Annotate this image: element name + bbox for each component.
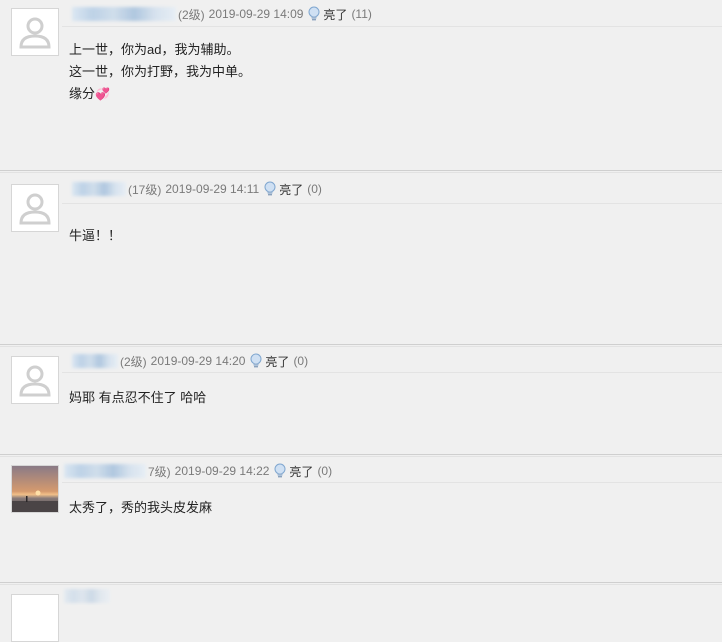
comment-time: 2019-09-29 14:20 xyxy=(150,354,246,368)
header-divider xyxy=(62,372,722,373)
comment-separator xyxy=(0,456,722,457)
comment-line: 牛逼！！ xyxy=(69,228,122,243)
like-button[interactable]: 亮了 xyxy=(323,6,347,23)
comment-meta xyxy=(64,588,112,604)
comment-time: 2019-09-29 14:11 xyxy=(165,182,260,196)
comment-separator xyxy=(0,170,722,171)
comment-separator xyxy=(0,582,722,583)
user-level: (2级) xyxy=(178,7,205,22)
comment-meta: (17级) 2019-09-29 14:11 亮了 (0) xyxy=(72,181,322,197)
lightbulb-icon[interactable] xyxy=(307,6,321,22)
user-level: (17级) xyxy=(128,182,162,197)
lightbulb-icon[interactable] xyxy=(263,181,277,197)
user-level: 7级) xyxy=(148,464,171,479)
comment-line: 太秀了，秀的我头皮发麻 xyxy=(69,500,213,515)
lightbulb-icon[interactable] xyxy=(273,463,287,479)
avatar[interactable] xyxy=(11,594,59,642)
comment-separator xyxy=(0,584,722,585)
lightbulb-icon[interactable] xyxy=(249,353,263,369)
username-blurred[interactable] xyxy=(64,589,110,603)
like-button[interactable]: 亮了 xyxy=(289,463,313,480)
header-divider xyxy=(62,203,722,204)
default-avatar-icon xyxy=(12,357,58,403)
comment-body: 上一世，你为ad，我为辅助。 这一世，你为打野，我为中单。 缘分💞 xyxy=(69,39,251,105)
comment-item: (2级) 2019-09-29 14:20 亮了 (0) 妈耶 有点忍不住了 哈… xyxy=(0,344,722,454)
header-divider xyxy=(62,26,722,27)
comment-meta: 7级) 2019-09-29 14:22 亮了 (0) xyxy=(64,463,332,479)
username-blurred[interactable] xyxy=(72,7,176,21)
comment-separator xyxy=(0,454,722,455)
comment-separator xyxy=(0,344,722,345)
comment-line: 缘分💞 xyxy=(69,83,251,105)
like-count: (0) xyxy=(293,354,309,368)
heart-emoji-icon: 💞 xyxy=(95,87,110,101)
comment-item xyxy=(0,582,722,642)
comment-line: 这一世，你为打野，我为中单。 xyxy=(69,64,252,79)
comment-time: 2019-09-29 14:22 xyxy=(174,464,270,478)
like-count: (0) xyxy=(317,464,333,478)
comment-meta: (2级) 2019-09-29 14:09 亮了 (11) xyxy=(72,6,372,22)
like-button[interactable]: 亮了 xyxy=(265,353,289,370)
comment-line: 上一世，你为ad，我为辅助。 xyxy=(69,42,240,57)
comment-meta: (2级) 2019-09-29 14:20 亮了 (0) xyxy=(72,353,308,369)
comment-item: 7级) 2019-09-29 14:22 亮了 (0) 太秀了，秀的我头皮发麻 xyxy=(0,454,722,582)
like-count: (0) xyxy=(307,182,322,196)
like-button[interactable]: 亮了 xyxy=(279,181,303,198)
like-count: (11) xyxy=(351,7,372,21)
comment-separator xyxy=(0,346,722,347)
comment-separator xyxy=(0,172,722,173)
default-avatar-icon xyxy=(12,185,58,231)
comment-item: (17级) 2019-09-29 14:11 亮了 (0) 牛逼！！ xyxy=(0,170,722,344)
user-level: (2级) xyxy=(120,354,147,369)
comment-item: (2级) 2019-09-29 14:09 亮了 (11) 上一世，你为ad，我… xyxy=(0,0,722,170)
comment-time: 2019-09-29 14:09 xyxy=(208,7,304,21)
comment-body: 妈耶 有点忍不住了 哈哈 xyxy=(69,387,206,409)
username-blurred[interactable] xyxy=(72,182,126,196)
avatar[interactable] xyxy=(11,465,59,513)
default-avatar-icon xyxy=(12,9,58,55)
avatar[interactable] xyxy=(11,356,59,404)
comment-line-text: 缘分 xyxy=(69,86,96,101)
sunset-photo-avatar-icon xyxy=(12,466,58,512)
username-blurred[interactable] xyxy=(72,354,118,368)
avatar[interactable] xyxy=(11,8,59,56)
comment-body: 牛逼！！ xyxy=(69,225,121,247)
avatar[interactable] xyxy=(11,184,59,232)
username-blurred[interactable] xyxy=(64,464,146,478)
comment-body: 太秀了，秀的我头皮发麻 xyxy=(69,497,212,519)
comment-line: 妈耶 有点忍不住了 哈哈 xyxy=(69,390,207,405)
header-divider xyxy=(62,482,722,483)
